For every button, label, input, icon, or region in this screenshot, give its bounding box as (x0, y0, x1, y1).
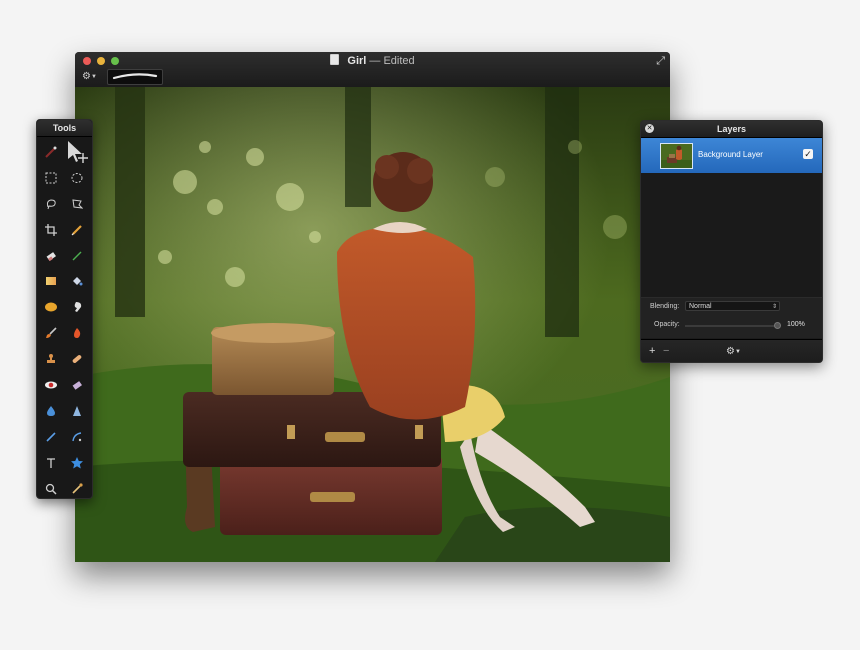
text-icon[interactable] (38, 450, 64, 476)
blur-drop-icon[interactable] (38, 398, 64, 424)
gear-icon[interactable]: ⚙▼ (82, 71, 97, 82)
magic-wand-icon[interactable] (38, 139, 64, 165)
brush-preview[interactable] (107, 69, 163, 85)
document-name: Girl (347, 55, 367, 67)
document-icon (330, 54, 340, 65)
blending-value: Normal (689, 303, 712, 310)
crop-icon[interactable] (38, 217, 64, 243)
tools-grid (37, 137, 92, 501)
layer-thumbnail (660, 143, 693, 169)
title-bar[interactable]: Girl — Edited ⤢ ⚙▼ (75, 52, 670, 88)
gradient-icon[interactable] (38, 268, 64, 294)
layers-footer: + − ⚙▼ (641, 339, 822, 362)
blending-select[interactable]: Normal ⇕ (685, 301, 780, 311)
sharpen-icon[interactable] (64, 398, 90, 424)
layers-list (641, 173, 822, 298)
layers-title: Layers (716, 124, 747, 134)
layers-header: ✕ Layers (641, 121, 822, 138)
rectangular-select-icon[interactable] (38, 165, 64, 191)
brush-icon[interactable] (38, 320, 64, 346)
bezier-icon[interactable] (64, 424, 90, 450)
eraser-icon[interactable] (38, 243, 64, 269)
document-window: Girl — Edited ⤢ ⚙▼ (75, 52, 670, 562)
polygon-lasso-icon[interactable] (64, 191, 90, 217)
image-canvas[interactable] (75, 87, 670, 562)
shape-star-icon[interactable] (64, 450, 90, 476)
clone-stamp-icon[interactable] (64, 294, 90, 320)
layers-palette: ✕ Layers Background Layer ✓ Blending: No… (640, 120, 823, 363)
red-eye-icon[interactable] (38, 372, 64, 398)
paint-bucket-icon[interactable] (64, 268, 90, 294)
layer-name[interactable]: Background Layer (698, 150, 763, 159)
edited-status: — Edited (369, 55, 415, 67)
close-icon[interactable]: ✕ (645, 124, 654, 133)
eyedropper-icon[interactable] (64, 476, 90, 502)
line-icon[interactable] (38, 424, 64, 450)
move-icon[interactable] (64, 139, 90, 165)
elliptical-select-icon[interactable] (64, 165, 90, 191)
layer-row[interactable]: Background Layer ✓ (641, 138, 822, 173)
tools-palette: Tools (36, 119, 93, 499)
smudge-icon[interactable] (38, 294, 64, 320)
pen-icon[interactable] (64, 217, 90, 243)
blending-label: Blending: (650, 303, 680, 310)
pencil-icon[interactable] (64, 243, 90, 269)
fullscreen-icon[interactable]: ⤢ (656, 55, 665, 68)
updown-arrows-icon: ⇕ (771, 304, 777, 310)
opacity-slider-knob[interactable] (774, 322, 781, 329)
opacity-slider[interactable] (685, 325, 779, 327)
burn-icon[interactable] (64, 320, 90, 346)
zoom-icon[interactable] (38, 476, 64, 502)
remove-layer-button[interactable]: − (663, 346, 669, 357)
stamp-icon[interactable] (38, 346, 64, 372)
lasso-icon[interactable] (38, 191, 64, 217)
bandage-icon[interactable] (64, 346, 90, 372)
gear-icon[interactable]: ⚙▼ (726, 346, 741, 358)
opacity-label: Opacity: (654, 321, 680, 328)
tools-title: Tools (37, 120, 92, 137)
add-layer-button[interactable]: + (649, 346, 655, 357)
opacity-value[interactable]: 100% (787, 320, 813, 330)
erase-block-icon[interactable] (64, 372, 90, 398)
layer-visibility-checkbox[interactable]: ✓ (803, 149, 813, 159)
window-title: Girl — Edited (75, 54, 670, 68)
